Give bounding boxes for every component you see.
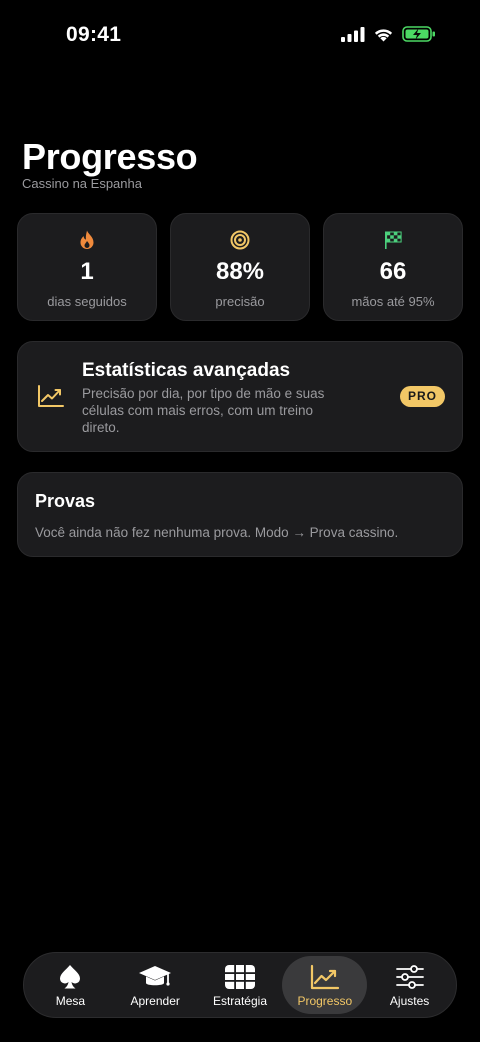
- wifi-icon: [374, 28, 393, 41]
- status-time: 09:41: [66, 23, 122, 46]
- page-subtitle: Cassino na Espanha: [22, 176, 142, 191]
- tab-bar: Mesa Aprender Estratégia Progresso Ajust…: [23, 952, 457, 1018]
- hands-stat-card: 66 mãos até 95%: [323, 213, 463, 321]
- provas-title: Provas: [35, 491, 96, 511]
- status-bar: 09:41: [0, 0, 480, 70]
- tab-aprender-label: Aprender: [130, 993, 180, 1008]
- cellular-signal-icon: [341, 26, 365, 42]
- grid-table-icon: [223, 963, 257, 991]
- streak-value: 1: [80, 258, 94, 285]
- tab-estrategia[interactable]: Estratégia: [198, 956, 283, 1014]
- advanced-stats-title: Estatísticas avançadas: [82, 360, 291, 381]
- hands-value: 66: [379, 258, 407, 285]
- tab-progresso-label: Progresso: [297, 993, 353, 1008]
- advanced-stats-description: Precisão por dia, por tipo de mão e suas…: [82, 386, 325, 435]
- chart-trend-icon: [37, 384, 65, 408]
- target-icon: [230, 230, 250, 250]
- accuracy-stat-card: 88% precisão: [170, 213, 310, 321]
- spade-icon: [53, 963, 87, 991]
- provas-empty-text: Você ainda não fez nenhuma prova. Modo →…: [35, 525, 399, 540]
- tab-mesa[interactable]: Mesa: [28, 956, 113, 1014]
- tab-mesa-label: Mesa: [55, 993, 86, 1008]
- tab-progresso[interactable]: Progresso: [282, 956, 368, 1014]
- chart-trend-icon: [308, 963, 342, 991]
- sliders-icon: [393, 963, 427, 991]
- tab-aprender[interactable]: Aprender: [113, 956, 198, 1014]
- battery-charging-icon: [402, 26, 435, 42]
- flame-icon: [77, 230, 97, 250]
- page-title: Progresso: [22, 136, 198, 177]
- provas-card: Provas Você ainda não fez nenhuma prova.…: [17, 472, 463, 557]
- status-icons: [341, 26, 436, 42]
- streak-label: dias seguidos: [47, 294, 127, 309]
- tab-estrategia-label: Estratégia: [212, 993, 267, 1008]
- hands-label: mãos até 95%: [351, 294, 435, 309]
- graduation-cap-icon: [138, 963, 172, 991]
- tab-ajustes-label: Ajustes: [389, 993, 430, 1008]
- checkered-flag-icon: [383, 230, 403, 250]
- tab-ajustes[interactable]: Ajustes: [367, 956, 452, 1014]
- streak-stat-card: 1 dias seguidos: [17, 213, 157, 321]
- advanced-stats-card[interactable]: Estatísticas avançadas Precisão por dia,…: [17, 341, 463, 452]
- stats-row: 1 dias seguidos 88% precisão 66 mãos até…: [17, 213, 463, 321]
- accuracy-value: 88%: [215, 258, 265, 285]
- pro-badge: PRO: [399, 386, 445, 407]
- accuracy-label: precisão: [215, 294, 265, 309]
